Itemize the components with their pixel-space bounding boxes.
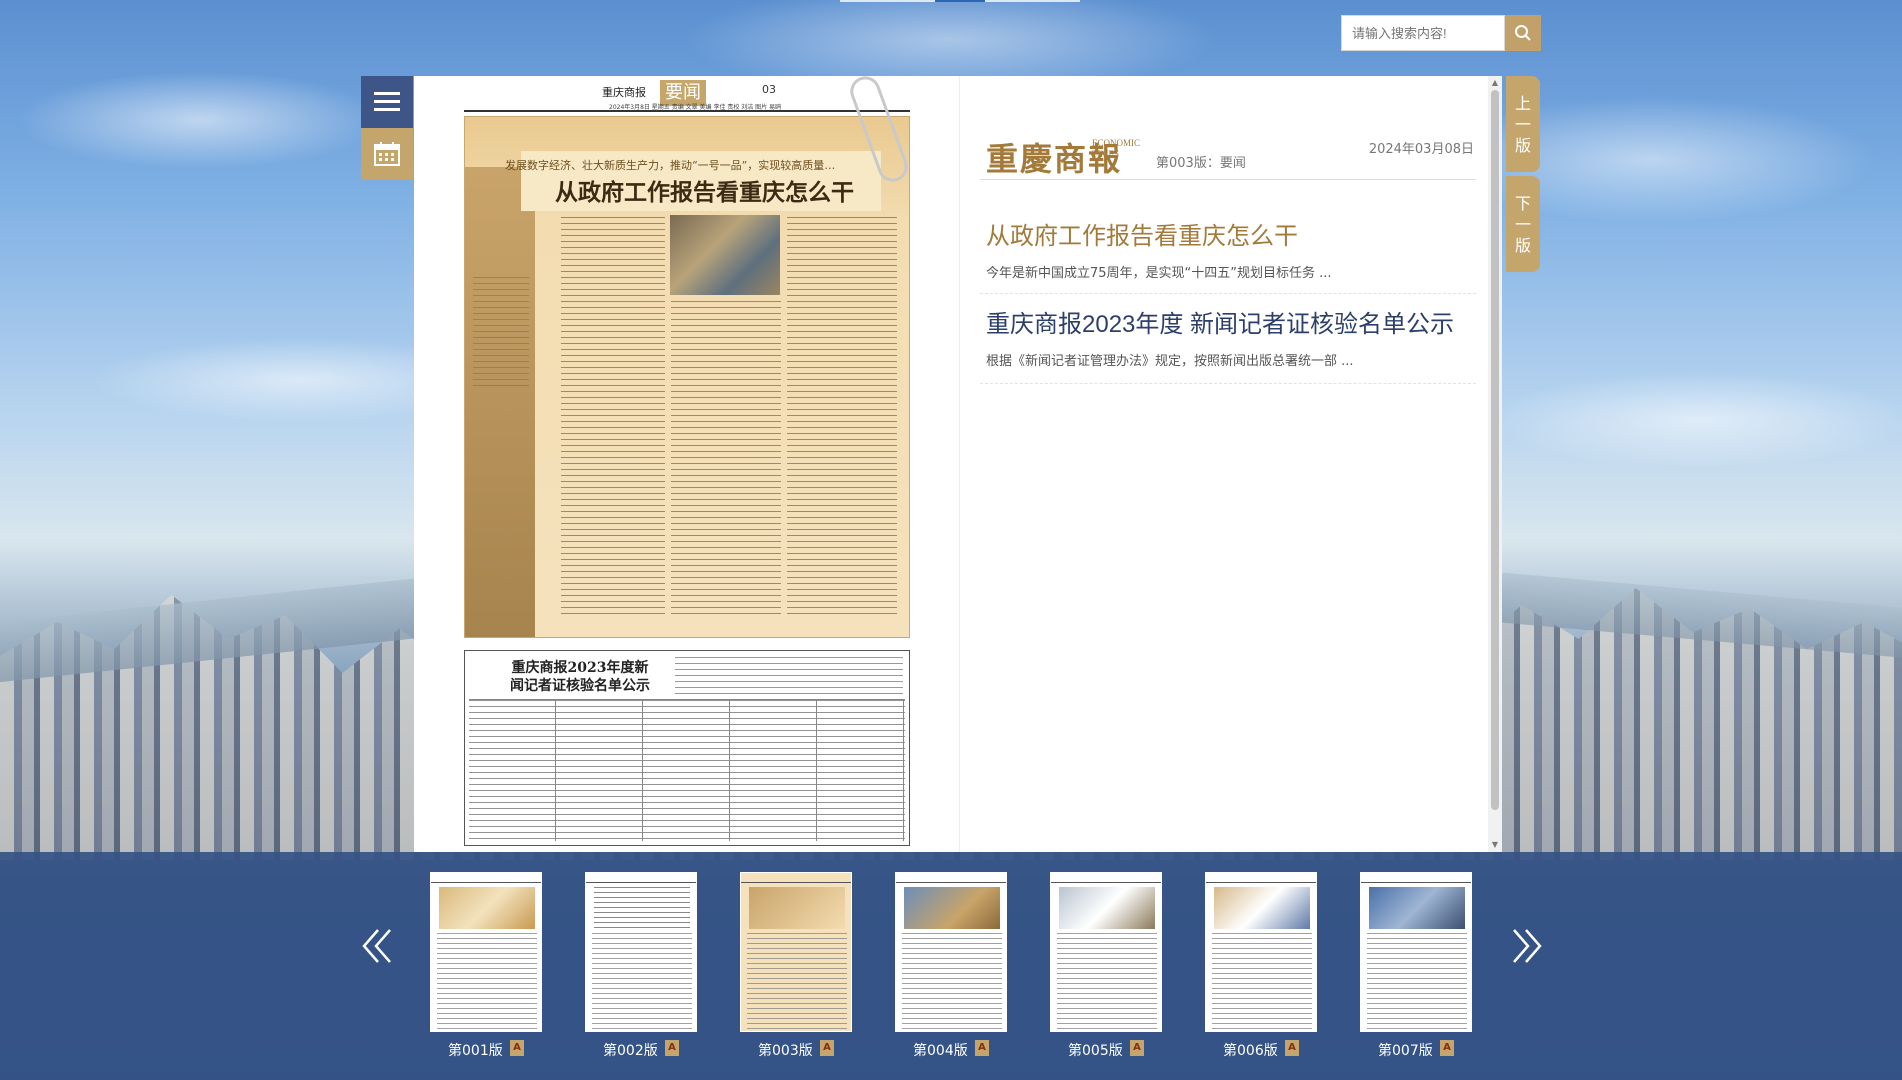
scroll-up-arrow[interactable]: ▲ <box>1491 79 1499 87</box>
thumbnail-image[interactable] <box>895 872 1007 1032</box>
scroll-thumb[interactable] <box>1491 90 1499 810</box>
article-list-item[interactable]: 从政府工作报告看重庆怎么干 今年是新中国成立75周年，是实现“十四五”规划目标任… <box>980 216 1476 294</box>
thumbnail-page-006[interactable]: 第006版 A <box>1205 870 1317 1060</box>
top-indicator <box>840 0 1080 2</box>
menu-icon <box>374 92 400 111</box>
thumbnail-page-005[interactable]: 第005版 A <box>1050 870 1162 1060</box>
article-1-illustration <box>465 167 535 637</box>
thumbnail-label[interactable]: 第002版 <box>603 1040 658 1060</box>
search-button[interactable] <box>1505 15 1541 51</box>
pdf-icon[interactable]: A <box>1285 1040 1299 1056</box>
page-header: 重庆商报 要闻 03 2024年3月8日 星期五 责编 文翠 美编 李佳 责校 … <box>464 80 910 112</box>
thumbnail-page-003[interactable]: 第003版 A <box>740 870 852 1060</box>
page-article-2[interactable]: 重庆商报2023年度新闻记者证核验名单公示 <box>464 650 910 846</box>
page-article-1[interactable]: 发展数字经济、壮大新质生产力，推动“一号一品”，实现较高质量… 从政府工作报告看… <box>464 116 910 638</box>
thumbnail-image[interactable] <box>585 872 697 1032</box>
article-title[interactable]: 从政府工作报告看重庆怎么干 <box>986 216 1298 251</box>
article-1-text-col-2 <box>671 301 781 617</box>
thumbnail-page-001[interactable]: 第001版 A <box>430 870 542 1060</box>
thumbnail-label[interactable]: 第003版 <box>758 1040 813 1060</box>
main-panel: 重庆商报 要闻 03 2024年3月8日 星期五 责编 文翠 美编 李佳 责校 … <box>414 72 1502 852</box>
search-icon <box>1515 25 1531 41</box>
thumbnail-image[interactable] <box>1360 872 1472 1032</box>
calendar-button[interactable] <box>361 128 413 180</box>
article-title[interactable]: 重庆商报2023年度 新闻记者证核验名单公示 <box>986 304 1454 339</box>
page-number: 03 <box>762 83 776 96</box>
next-page-button[interactable]: 下 一 版 <box>1506 176 1540 272</box>
pdf-icon[interactable]: A <box>820 1040 834 1056</box>
article-2-headline: 重庆商报2023年度新闻记者证核验名单公示 <box>510 660 650 694</box>
pdf-icon[interactable]: A <box>510 1040 524 1056</box>
article-summary: 根据《新闻记者证管理办法》规定，按照新闻出版总署统一部 ... <box>986 354 1354 369</box>
article-1-sidebar-text <box>473 277 529 387</box>
thumbnail-image[interactable] <box>1050 872 1162 1032</box>
thumbnail-label[interactable]: 第005版 <box>1068 1040 1123 1060</box>
page-brand: 重庆商报 <box>602 86 646 99</box>
page-dateline: 2024年3月8日 星期五 责编 文翠 美编 李佳 责校 刘洁 图片 易鸥 <box>609 104 782 111</box>
edition-label: 第003版：要闻 <box>1156 156 1246 171</box>
search-input[interactable] <box>1341 15 1505 51</box>
menu-button[interactable] <box>361 76 413 128</box>
thumbnail-label[interactable]: 第007版 <box>1378 1040 1433 1060</box>
article-2-intro-text <box>675 657 903 697</box>
scroll-down-arrow[interactable]: ▼ <box>1491 841 1499 849</box>
thumbnail-image[interactable] <box>430 872 542 1032</box>
thumbnail-image[interactable] <box>740 872 852 1032</box>
publish-date: 2024年03月08日 <box>1368 142 1474 157</box>
panel-scrollbar[interactable]: ▲ ▼ <box>1488 76 1502 852</box>
calendar-icon <box>374 142 400 166</box>
thumbnail-label[interactable]: 第001版 <box>448 1040 503 1060</box>
double-chevron-right-icon <box>1513 929 1542 963</box>
article-1-kicker: 发展数字经济、壮大新质生产力，推动“一号一品”，实现较高质量… <box>505 159 836 172</box>
article-list-panel: 重慶商報 ECONOMIC TIMES 第003版：要闻 2024年03月08日… <box>980 76 1476 852</box>
thumbnail-page-007[interactable]: 第007版 A <box>1360 870 1472 1060</box>
thumbnail-page-002[interactable]: 第002版 A <box>585 870 697 1060</box>
newspaper-page-view[interactable]: 重庆商报 要闻 03 2024年3月8日 星期五 责编 文翠 美编 李佳 责校 … <box>414 72 960 852</box>
thumbnails-prev-button[interactable] <box>358 926 398 966</box>
article-list-item[interactable]: 重庆商报2023年度 新闻记者证核验名单公示 根据《新闻记者证管理办法》规定，按… <box>980 304 1476 384</box>
double-chevron-left-icon <box>362 929 391 963</box>
newspaper-page[interactable]: 重庆商报 要闻 03 2024年3月8日 星期五 责编 文翠 美编 李佳 责校 … <box>464 72 912 848</box>
pdf-icon[interactable]: A <box>665 1040 679 1056</box>
thumbnail-label[interactable]: 第006版 <box>1223 1040 1278 1060</box>
pdf-icon[interactable]: A <box>1130 1040 1144 1056</box>
pdf-icon[interactable]: A <box>1440 1040 1454 1056</box>
pdf-icon[interactable]: A <box>975 1040 989 1056</box>
info-header: 重慶商報 ECONOMIC TIMES 第003版：要闻 2024年03月08日 <box>980 106 1476 180</box>
article-1-text-col-3 <box>787 217 897 617</box>
thumbnail-label[interactable]: 第004版 <box>913 1040 968 1060</box>
prev-page-button[interactable]: 上 一 版 <box>1506 76 1540 172</box>
article-2-name-table <box>469 699 905 841</box>
thumbnail-image[interactable] <box>1205 872 1317 1032</box>
article-1-headline: 从政府工作报告看重庆怎么干 <box>555 179 854 206</box>
thumbnails-next-button[interactable] <box>1506 926 1546 966</box>
newspaper-logo-en: ECONOMIC TIMES <box>1092 138 1141 159</box>
article-1-photo <box>670 215 780 295</box>
article-1-text-col-1 <box>561 217 665 617</box>
thumbnail-page-004[interactable]: 第004版 A <box>895 870 1007 1060</box>
thumbnail-list: 第001版 A 第002版 A 第003版 A 第004版 A 第005版 A … <box>430 870 1475 1060</box>
article-summary: 今年是新中国成立75周年，是实现“十四五”规划目标任务 ... <box>986 266 1332 281</box>
